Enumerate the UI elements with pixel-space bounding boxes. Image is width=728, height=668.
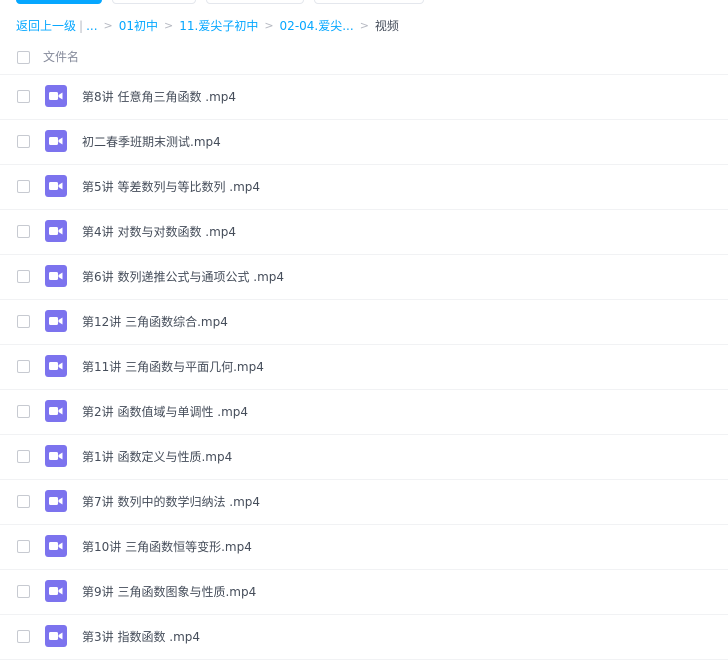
file-checkbox[interactable] (17, 360, 30, 373)
breadcrumb-item[interactable]: 02-04.爱尖... (280, 17, 354, 35)
file-row[interactable]: 初二春季班期末测试.mp4 (0, 120, 728, 165)
video-file-icon (45, 85, 67, 107)
back-link[interactable]: 返回上一级 (16, 17, 76, 35)
filename-column-header[interactable]: 文件名 (43, 49, 79, 65)
breadcrumb-ellipsis[interactable]: ... (86, 17, 97, 35)
file-name[interactable]: 第6讲 数列递推公式与通项公式 .mp4 (82, 269, 284, 285)
file-checkbox[interactable] (17, 225, 30, 238)
file-name[interactable]: 第12讲 三角函数综合.mp4 (82, 314, 228, 330)
file-row[interactable]: 第6讲 数列递推公式与通项公式 .mp4 (0, 255, 728, 300)
file-checkbox[interactable] (17, 135, 30, 148)
video-file-icon (45, 310, 67, 332)
file-checkbox[interactable] (17, 270, 30, 283)
video-file-icon (45, 445, 67, 467)
video-file-icon (45, 400, 67, 422)
file-name[interactable]: 第11讲 三角函数与平面几何.mp4 (82, 359, 264, 375)
file-row[interactable]: 第3讲 指数函数 .mp4 (0, 615, 728, 660)
video-file-icon (45, 355, 67, 377)
breadcrumb-divider: | (79, 19, 84, 33)
file-row[interactable]: 第4讲 对数与对数函数 .mp4 (0, 210, 728, 255)
file-row[interactable]: 第7讲 数列中的数学归纳法 .mp4 (0, 480, 728, 525)
file-name[interactable]: 第3讲 指数函数 .mp4 (82, 629, 200, 645)
chevron-right-icon: > (103, 19, 113, 32)
file-row[interactable]: 第9讲 三角函数图象与性质.mp4 (0, 570, 728, 615)
file-checkbox[interactable] (17, 540, 30, 553)
file-name[interactable]: 第10讲 三角函数恒等变形.mp4 (82, 539, 252, 555)
file-row[interactable]: 第12讲 三角函数综合.mp4 (0, 300, 728, 345)
file-checkbox[interactable] (17, 405, 30, 418)
file-name[interactable]: 第7讲 数列中的数学归纳法 .mp4 (82, 494, 260, 510)
file-name[interactable]: 第9讲 三角函数图象与性质.mp4 (82, 584, 256, 600)
breadcrumb: 返回上一级 |... >01初中 >11.爱尖子初中 >02-04.爱尖... > 视频 (16, 17, 399, 35)
file-list: 第8讲 任意角三角函数 .mp4 初二春季班期末测试.mp4 第5讲 等差数列与等比… (0, 75, 728, 660)
file-checkbox[interactable] (17, 450, 30, 463)
file-name[interactable]: 第5讲 等差数列与等比数列 .mp4 (82, 179, 260, 195)
toolbar-button-3[interactable] (314, 0, 424, 4)
video-file-icon (45, 175, 67, 197)
toolbar-button-1[interactable] (112, 0, 196, 4)
video-file-icon (45, 535, 67, 557)
file-checkbox[interactable] (17, 495, 30, 508)
file-name[interactable]: 第4讲 对数与对数函数 .mp4 (82, 224, 236, 240)
file-checkbox[interactable] (17, 315, 30, 328)
chevron-right-icon: > (359, 19, 369, 32)
chevron-right-icon: > (264, 19, 274, 32)
file-checkbox[interactable] (17, 585, 30, 598)
toolbar (0, 0, 728, 5)
file-row[interactable]: 第5讲 等差数列与等比数列 .mp4 (0, 165, 728, 210)
video-file-icon (45, 265, 67, 287)
select-all-checkbox[interactable] (17, 51, 30, 64)
file-name[interactable]: 第1讲 函数定义与性质.mp4 (82, 449, 232, 465)
file-row[interactable]: 第10讲 三角函数恒等变形.mp4 (0, 525, 728, 570)
toolbar-primary-button[interactable] (16, 0, 102, 4)
file-row[interactable]: 第11讲 三角函数与平面几何.mp4 (0, 345, 728, 390)
file-checkbox[interactable] (17, 630, 30, 643)
file-row[interactable]: 第2讲 函数值域与单调性 .mp4 (0, 390, 728, 435)
breadcrumb-current: 视频 (374, 19, 399, 33)
file-name[interactable]: 第2讲 函数值域与单调性 .mp4 (82, 404, 248, 420)
file-row[interactable]: 第1讲 函数定义与性质.mp4 (0, 435, 728, 480)
file-list-header: 文件名 (0, 40, 728, 75)
file-checkbox[interactable] (17, 180, 30, 193)
video-file-icon (45, 220, 67, 242)
video-file-icon (45, 130, 67, 152)
video-file-icon (45, 490, 67, 512)
toolbar-button-2[interactable] (206, 0, 304, 4)
file-checkbox[interactable] (17, 90, 30, 103)
file-name[interactable]: 第8讲 任意角三角函数 .mp4 (82, 89, 236, 105)
video-file-icon (45, 625, 67, 647)
file-name[interactable]: 初二春季班期末测试.mp4 (82, 134, 221, 150)
file-row[interactable]: 第8讲 任意角三角函数 .mp4 (0, 75, 728, 120)
breadcrumb-item[interactable]: 01初中 (119, 17, 158, 35)
breadcrumb-item[interactable]: 11.爱尖子初中 (179, 17, 258, 35)
video-file-icon (45, 580, 67, 602)
chevron-right-icon: > (164, 19, 174, 32)
